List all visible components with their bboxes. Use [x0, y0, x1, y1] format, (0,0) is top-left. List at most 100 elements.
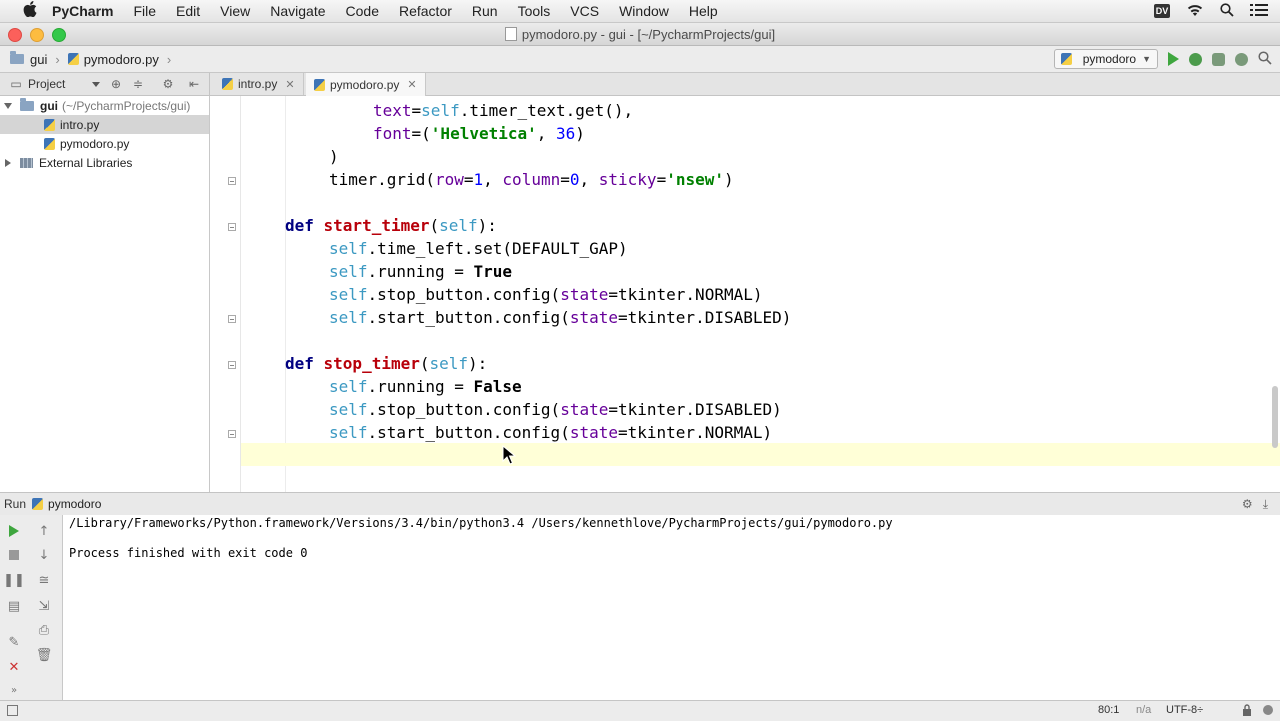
more-icon[interactable]: »: [7, 683, 21, 697]
console-line: /Library/Frameworks/Python.framework/Ver…: [69, 516, 893, 530]
chevron-down-icon[interactable]: [92, 82, 100, 87]
tree-item-external-libraries[interactable]: External Libraries: [0, 153, 209, 172]
fold-icon[interactable]: [228, 430, 236, 438]
tree-item-label: External Libraries: [39, 155, 133, 170]
notification-list-icon[interactable]: [1250, 3, 1268, 20]
mouse-cursor-icon: [502, 445, 516, 465]
debug-icon[interactable]: [1189, 52, 1202, 66]
code-line: self.running = False: [329, 377, 522, 396]
scroll-to-end-icon[interactable]: ⇲: [37, 599, 51, 614]
window-title-bar: pymodoro.py - gui - [~/PycharmProjects/g…: [0, 23, 1280, 46]
fold-icon[interactable]: [228, 223, 236, 231]
lock-icon[interactable]: [1242, 704, 1252, 719]
search-everywhere-icon[interactable]: [1258, 50, 1272, 68]
menu-tools[interactable]: Tools: [518, 3, 551, 19]
menu-view[interactable]: View: [220, 3, 250, 19]
breadcrumb-file[interactable]: pymodoro.py: [84, 52, 159, 67]
fold-icon[interactable]: [228, 361, 236, 369]
code-area[interactable]: text=self.timer_text.get(), font=('Helve…: [241, 96, 1280, 492]
project-view-select[interactable]: Project: [28, 77, 65, 91]
folder-icon: [20, 97, 34, 111]
pause-icon[interactable]: ❚❚: [3, 573, 25, 588]
tab-intro[interactable]: intro.py ✕: [214, 73, 304, 95]
hide-panel-icon[interactable]: ⤓: [1263, 497, 1268, 512]
menu-run[interactable]: Run: [472, 3, 498, 19]
gear-icon[interactable]: ⚙: [1242, 497, 1253, 512]
spotlight-search-icon[interactable]: [1220, 2, 1234, 20]
fold-icon[interactable]: [228, 315, 236, 323]
hide-panel-icon[interactable]: ⇤: [188, 78, 200, 90]
tree-item-path: (~/PycharmProjects/gui): [62, 98, 191, 113]
file-encoding[interactable]: UTF-8÷: [1166, 704, 1203, 716]
library-icon: [20, 157, 33, 168]
trash-icon[interactable]: 🗑: [36, 648, 53, 663]
scroll-from-source-icon[interactable]: ⊕: [110, 78, 122, 90]
tree-item-pymodoro[interactable]: pymodoro.py: [0, 134, 209, 153]
fold-icon[interactable]: [228, 177, 236, 185]
run-configuration-select[interactable]: pymodoro ▼: [1053, 49, 1158, 69]
pin-icon[interactable]: ✎: [7, 635, 21, 650]
menu-vcs[interactable]: VCS: [570, 3, 599, 19]
profile-icon[interactable]: [1235, 52, 1248, 66]
menu-refactor[interactable]: Refactor: [399, 3, 452, 19]
tree-item-gui[interactable]: gui (~/PycharmProjects/gui): [0, 96, 209, 115]
apple-icon[interactable]: [20, 1, 40, 21]
run-configuration-label: pymodoro: [1082, 52, 1137, 66]
menu-help[interactable]: Help: [689, 3, 718, 19]
menu-window[interactable]: Window: [619, 3, 669, 19]
menu-app-name[interactable]: PyCharm: [52, 3, 113, 19]
wifi-icon[interactable]: [1186, 3, 1204, 20]
tab-pymodoro[interactable]: pymodoro.py ✕: [306, 73, 426, 96]
breadcrumb-separator: ›: [55, 51, 60, 67]
coverage-icon[interactable]: [1212, 52, 1225, 66]
close-icon[interactable]: ✕: [7, 660, 21, 675]
tree-item-label: gui: [40, 98, 58, 113]
inspector-icon[interactable]: [1262, 704, 1274, 719]
tree-item-intro[interactable]: intro.py: [0, 115, 209, 134]
window-title-text: pymodoro.py - gui - [~/PycharmProjects/g…: [521, 27, 776, 42]
menu-navigate[interactable]: Navigate: [270, 3, 325, 19]
code-line: self.time_left.set(DEFAULT_GAP): [329, 239, 628, 258]
editor-gutter: [210, 96, 241, 492]
run-toolbar: pymodoro ▼: [1053, 49, 1272, 69]
line-separator[interactable]: n/a: [1136, 704, 1151, 716]
console-output[interactable]: /Library/Frameworks/Python.framework/Ver…: [69, 515, 893, 561]
tool-windows-icon[interactable]: [7, 705, 18, 716]
collapse-all-icon[interactable]: ≑: [132, 78, 144, 90]
run-panel-title: Run: [4, 497, 27, 511]
cursor-position[interactable]: 80:1: [1098, 704, 1119, 716]
down-arrow-icon[interactable]: ↓: [37, 548, 51, 563]
python-file-icon: [67, 53, 79, 65]
run-panel-config[interactable]: pymodoro: [48, 497, 101, 511]
window-title: pymodoro.py - gui - [~/PycharmProjects/g…: [0, 27, 1280, 42]
soft-wrap-icon[interactable]: ≅: [37, 573, 51, 588]
editor-scrollbar[interactable]: [1272, 386, 1278, 448]
gear-icon[interactable]: ⚙: [162, 78, 174, 90]
python-file-icon: [314, 78, 325, 91]
menu-code[interactable]: Code: [346, 3, 379, 19]
tab-label: intro.py: [238, 77, 278, 91]
menu-edit[interactable]: Edit: [176, 3, 200, 19]
code-editor[interactable]: text=self.timer_text.get(), font=('Helve…: [210, 96, 1280, 492]
run-icon[interactable]: [1168, 52, 1179, 66]
project-panel-header: ▭ Project ⊕ ≑ ⚙ ⇤: [0, 73, 210, 95]
folder-icon: [10, 51, 24, 64]
expand-arrow-icon[interactable]: [4, 102, 12, 109]
stop-icon[interactable]: [7, 548, 21, 562]
run-toolbar-vertical: ↑ ↓ ❚❚ ≅ ▤ ⇲ ⎙ ✎ 🗑 ✕ »: [0, 515, 63, 700]
print-icon[interactable]: ⎙: [37, 623, 51, 638]
chevron-down-icon: ▼: [1142, 54, 1151, 64]
dv-status-icon[interactable]: DV: [1154, 4, 1170, 18]
rerun-icon[interactable]: [7, 524, 21, 538]
close-icon[interactable]: ✕: [407, 78, 416, 91]
breadcrumb-folder[interactable]: gui: [30, 52, 47, 67]
menu-file[interactable]: File: [133, 3, 156, 19]
run-panel-header: Run pymodoro ⚙ ⤓: [0, 492, 1280, 516]
up-arrow-icon[interactable]: ↑: [37, 524, 51, 539]
close-icon[interactable]: ✕: [285, 78, 294, 91]
restore-layout-icon[interactable]: ▤: [7, 599, 21, 614]
python-file-icon: [1060, 53, 1072, 65]
project-view-icon: ▭: [10, 77, 22, 91]
expand-arrow-icon[interactable]: [5, 158, 11, 167]
